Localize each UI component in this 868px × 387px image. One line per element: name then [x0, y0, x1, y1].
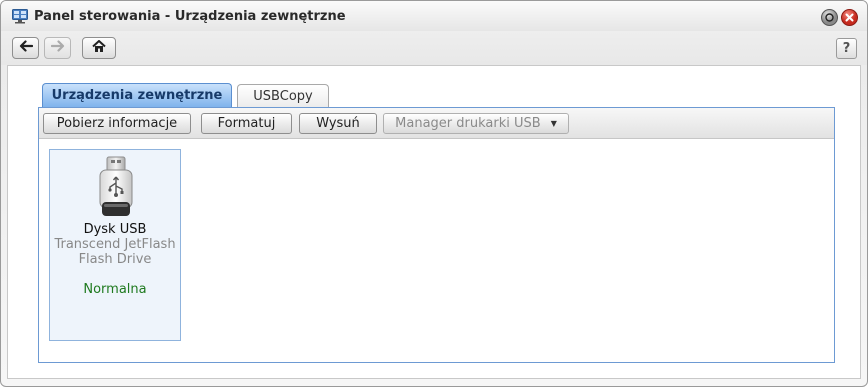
window-title: Panel sterowania - Urządzenia zewnętrzne [34, 9, 346, 24]
minimize-icon[interactable] [821, 9, 838, 26]
usb-printer-manager-dropdown[interactable]: Manager drukarki USB ▼ [383, 113, 569, 134]
control-panel-icon [12, 9, 28, 24]
eject-button[interactable]: Wysuń [299, 113, 377, 134]
close-icon[interactable] [841, 9, 858, 26]
forward-arrow-icon [50, 40, 65, 56]
main-content: Urządzenia zewnętrzne USBCopy Pobierz in… [7, 65, 861, 379]
device-tile[interactable]: Dysk USB Transcend JetFlash Flash Drive … [49, 149, 181, 341]
back-arrow-icon [19, 40, 33, 56]
device-model: Transcend JetFlash Flash Drive [54, 237, 176, 267]
device-status: Normalna [83, 282, 147, 297]
device-name: Dysk USB [83, 222, 147, 237]
get-info-button[interactable]: Pobierz informacje [43, 113, 191, 134]
home-icon [92, 39, 106, 57]
tab-usbcopy[interactable]: USBCopy [237, 84, 329, 107]
actions-toolbar: Pobierz informacje Formatuj Wysuń Manage… [39, 108, 834, 139]
back-button[interactable] [12, 37, 39, 59]
home-button[interactable] [82, 37, 116, 59]
navigation-toolbar: ? [1, 31, 867, 65]
control-panel-window: Panel sterowania - Urządzenia zewnętrzne [0, 0, 868, 387]
usb-drive-icon [95, 156, 137, 218]
help-button[interactable]: ? [836, 38, 857, 59]
title-bar[interactable]: Panel sterowania - Urządzenia zewnętrzne [1, 1, 867, 31]
format-button[interactable]: Formatuj [201, 113, 292, 134]
forward-button[interactable] [44, 37, 71, 59]
usb-printer-manager-label: Manager drukarki USB [395, 116, 541, 131]
devices-panel: Pobierz informacje Formatuj Wysuń Manage… [38, 107, 835, 363]
tab-external-devices[interactable]: Urządzenia zewnętrzne [42, 83, 232, 107]
caret-down-icon: ▼ [550, 119, 557, 128]
